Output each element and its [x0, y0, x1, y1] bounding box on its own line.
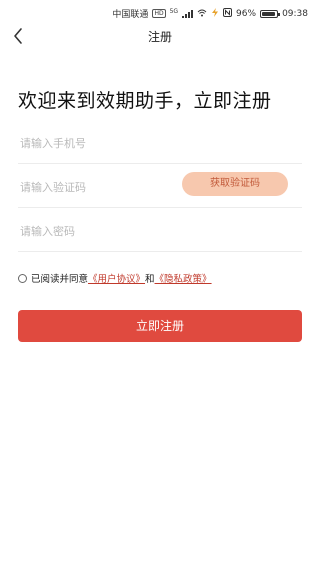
carrier-label: 中国联通 — [112, 10, 149, 20]
power-saving-icon — [211, 8, 219, 19]
register-button[interactable]: 立即注册 — [18, 310, 302, 342]
agree-checkbox[interactable] — [18, 273, 27, 283]
navigation-bar: 注册 — [0, 22, 320, 50]
verification-code-input[interactable] — [20, 178, 180, 196]
clock: 09:38 — [282, 8, 308, 19]
battery-icon — [260, 9, 281, 18]
network-type: 5G — [169, 8, 179, 15]
wifi-icon — [197, 9, 207, 19]
status-indicators: 中国联通 HD 5G 96% 09:38 — [112, 7, 308, 20]
privacy-policy-link[interactable]: 《隐私政策》 — [155, 271, 212, 285]
agreement-row: 已阅读并同意 《用户协议》 和 《隐私政策》 — [18, 271, 212, 285]
page-title: 注册 — [147, 30, 172, 44]
password-input[interactable] — [20, 222, 180, 240]
agreement-prefix: 已阅读并同意 — [31, 274, 89, 285]
password-field-row — [18, 208, 302, 252]
status-bar: 中国联通 HD 5G 96% 09:38 — [0, 0, 320, 22]
verification-code-field-row: 获取验证码 — [18, 164, 302, 208]
phone-field-row — [18, 120, 302, 164]
signal-icon — [182, 9, 194, 18]
nfc-icon — [223, 8, 233, 19]
agreement-conjunction: 和 — [145, 274, 155, 285]
user-agreement-link[interactable]: 《用户协议》 — [88, 271, 145, 285]
phone-input[interactable] — [20, 134, 180, 152]
get-code-button[interactable]: 获取验证码 — [182, 172, 288, 196]
battery-percent: 96% — [236, 8, 257, 19]
hd-badge: HD — [152, 9, 166, 18]
welcome-heading: 欢迎来到效期助手，立即注册 — [18, 90, 272, 112]
